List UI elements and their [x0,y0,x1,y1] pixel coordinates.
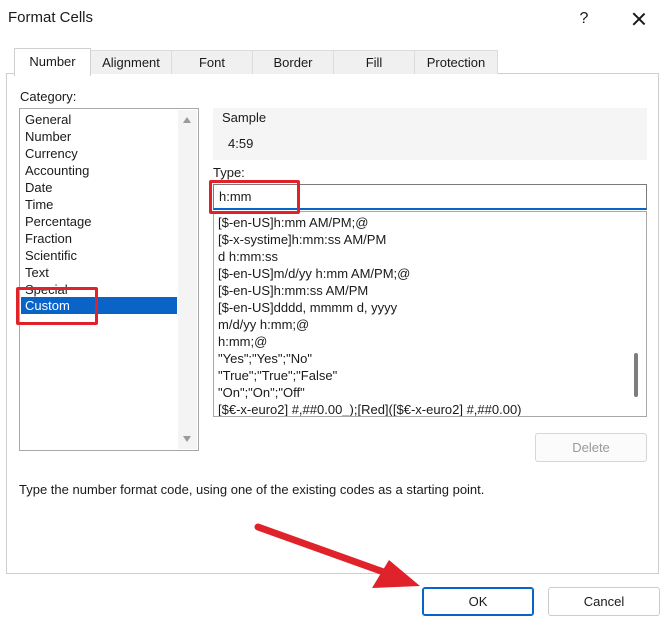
tab-number[interactable]: Number [14,48,91,76]
annotation-arrow-icon [254,523,420,588]
